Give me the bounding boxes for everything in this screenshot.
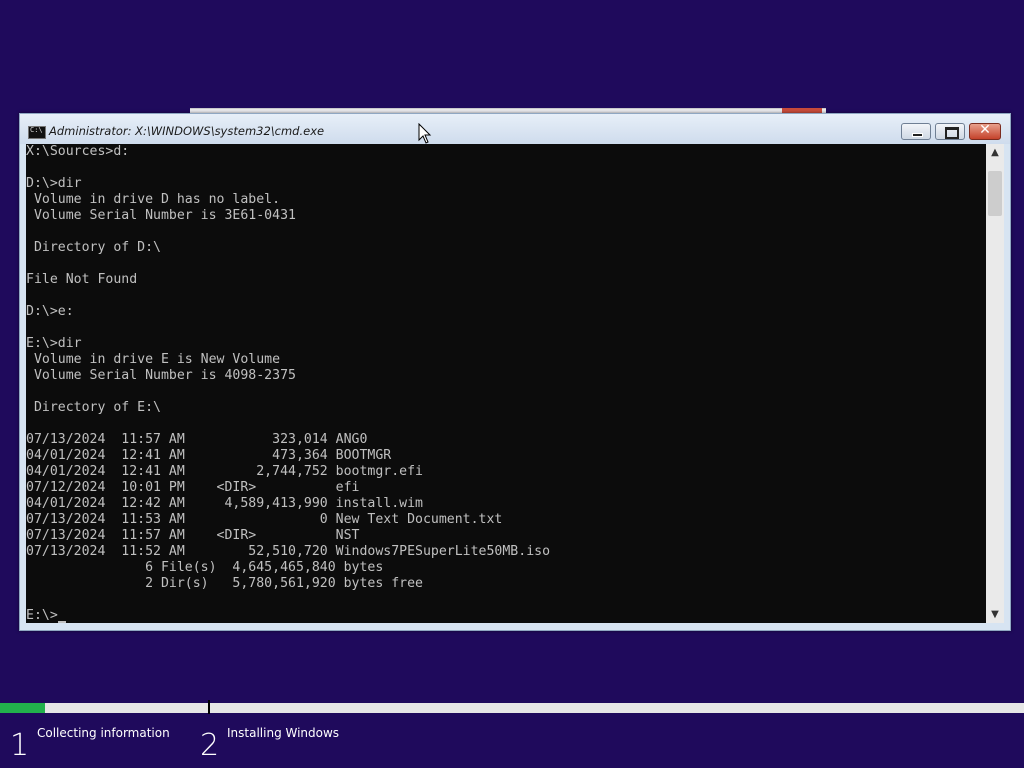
command-prompt: E:\> [26, 608, 58, 623]
console-line: X:\Sources>d: [26, 144, 130, 159]
text-cursor [57, 621, 66, 623]
maximize-button[interactable] [935, 123, 965, 140]
progress-fill [0, 703, 46, 713]
mouse-pointer-icon [418, 123, 432, 144]
scroll-up-icon[interactable]: ▲ [986, 144, 1004, 161]
minimize-button[interactable] [901, 123, 931, 140]
setup-progress-bar [0, 703, 1024, 713]
scroll-down-icon[interactable]: ▼ [986, 606, 1004, 623]
console-line: Directory of E:\ [26, 400, 161, 415]
vertical-scrollbar[interactable]: ▲ ▼ [986, 144, 1004, 623]
command-prompt-line[interactable]: E:\> [26, 608, 986, 623]
cmd-window[interactable]: Administrator: X:\WINDOWS\system32\cmd.e… [19, 113, 1011, 631]
progress-step-divider [208, 700, 210, 714]
console-line: Volume in drive D has no label. [26, 192, 281, 207]
step-number: 1 [10, 728, 30, 763]
window-title: Administrator: X:\WINDOWS\system32\cmd.e… [49, 124, 325, 138]
console-output[interactable]: X:\Sources>d: D:\>dir Volume in drive D h… [26, 144, 986, 623]
console-line: 04/01/2024 12:42 AM 4,589,413,990 instal… [26, 496, 423, 511]
step-label: Installing Windows [227, 726, 340, 740]
console-line: D:\>dir [26, 176, 82, 191]
console-line: 04/01/2024 12:41 AM 473,364 BOOTMGR [26, 448, 392, 463]
console-line: D:\>e: [26, 304, 74, 319]
close-icon: ✕ [979, 122, 991, 138]
console-line: Volume Serial Number is 4098-2375 [26, 368, 296, 383]
console-line: 07/13/2024 11:53 AM 0 New Text Document.… [26, 512, 503, 527]
console-line: Volume in drive E is New Volume [26, 352, 281, 367]
close-button[interactable]: ✕ [969, 122, 1001, 140]
desktop-background: Administrator: X:\WINDOWS\system32\cmd.e… [0, 0, 1024, 768]
console-line: 07/12/2024 10:01 PM <DIR> efi [26, 480, 360, 495]
console-line: 07/13/2024 11:57 AM 323,014 ANG0 [26, 432, 368, 447]
console-line: 6 File(s) 4,645,465,840 bytes [26, 560, 384, 575]
console-line: File Not Found [26, 272, 138, 287]
cmd-icon[interactable] [28, 126, 46, 139]
console-line: 04/01/2024 12:41 AM 2,744,752 bootmgr.ef… [26, 464, 423, 479]
console-line: 07/13/2024 11:57 AM <DIR> NST [26, 528, 360, 543]
step-number: 2 [200, 728, 220, 763]
console-text: X:\Sources>d: D:\>dir Volume in drive D h… [26, 144, 986, 623]
console-line: 2 Dir(s) 5,780,561,920 bytes free [26, 576, 423, 591]
title-bar[interactable]: Administrator: X:\WINDOWS\system32\cmd.e… [20, 114, 1010, 144]
console-line: E:\>dir [26, 336, 82, 351]
console-line: 07/13/2024 11:52 AM 52,510,720 Windows7P… [26, 544, 551, 559]
step-label: Collecting information [37, 726, 170, 740]
console-line: Directory of D:\ [26, 240, 161, 255]
scroll-thumb[interactable] [988, 171, 1002, 216]
console-line: Volume Serial Number is 3E61-0431 [26, 208, 296, 223]
